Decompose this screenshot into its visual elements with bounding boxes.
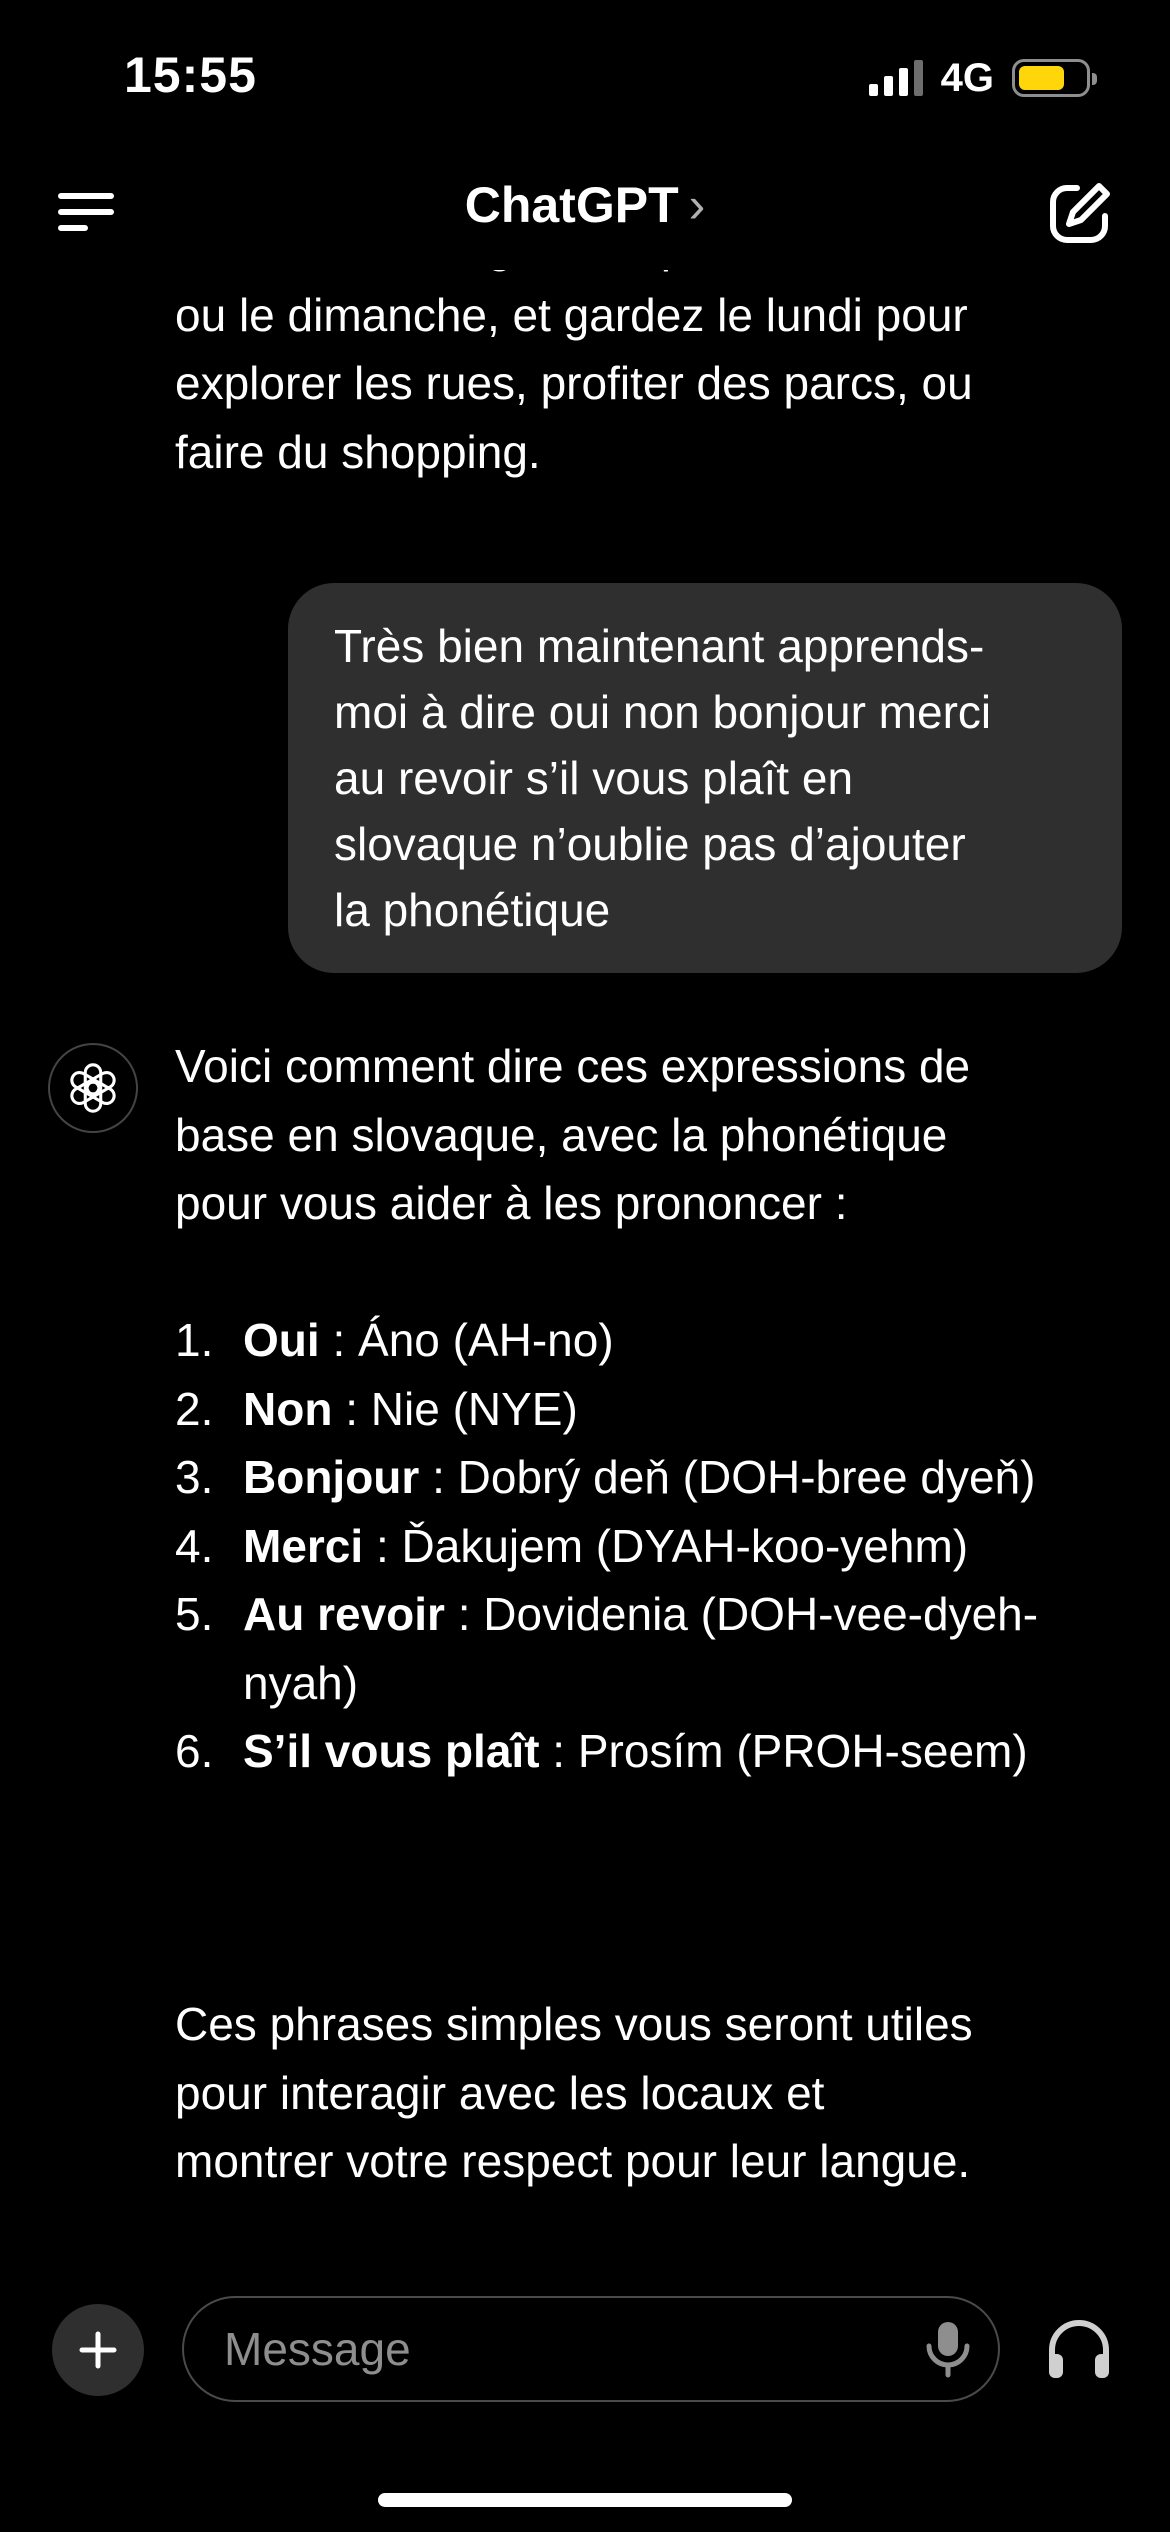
list-item: 3. Bonjour : Dobrý deň (DOH-bree dyeň) [175,1443,1095,1512]
message-line: au revoir s’il vous plaît en [334,752,854,804]
message-line: faire du shopping. [175,425,541,478]
attach-button[interactable] [52,2304,144,2396]
slovak-translation: : Áno (AH-no) [319,1314,614,1366]
page-title: ChatGPT [464,177,679,233]
message-line: pour interagir avec les locaux et [175,2066,825,2119]
home-indicator[interactable] [378,2493,792,2507]
list-number: 4. [175,1519,214,1572]
message-line: slovaque n’oublie pas d’ajouter [334,818,966,870]
list-item: 4. Merci : Ďakujem (DYAH-koo-yehm) [175,1512,1095,1581]
slovak-translation: : Prosím (PROH-seem) [539,1725,1028,1777]
list-item: 1. Oui : Áno (AH-no) [175,1306,1095,1375]
user-message-bubble: Très bien maintenant apprends- moi à dir… [288,583,1122,973]
chevron-right-icon: › [688,177,706,233]
message-line: montrer votre respect pour leur langue. [175,2135,971,2187]
message-line: la phonétique [334,884,611,936]
list-number: 3. [175,1451,214,1503]
french-word: Merci [243,1519,364,1572]
message-line: Très bien maintenant apprends- [334,620,985,672]
battery-icon [1012,59,1097,97]
message-line: ou le dimanche, et gardez le lundi pour [175,288,968,341]
message-line: explorer les rues, profiter des parcs, o… [175,357,973,409]
chatgpt-logo-icon [48,1043,138,1133]
status-bar: 15:55 4G [0,0,1170,150]
message-line: pour vous aider à les prononcer : [175,1177,848,1229]
french-word: Non [243,1382,333,1435]
slovak-translation: : Nie (NYE) [332,1382,578,1435]
cellular-signal-icon [868,60,923,96]
assistant-message-outro: Ces phrases simples vous seront utiles p… [175,1990,1095,2196]
french-word: Oui [243,1314,320,1366]
list-item: 2. Non : Nie (NYE) [175,1375,1095,1444]
headphones-icon[interactable] [1046,2318,1112,2380]
composer [0,2296,1170,2406]
nav-bar: ChatGPT › [0,150,1170,270]
phrase-list: 1. Oui : Áno (AH-no) 2. Non : Nie (NYE) … [175,1306,1095,1786]
new-chat-icon[interactable] [1045,178,1115,248]
list-number: 5. [175,1588,214,1640]
microphone-icon[interactable] [925,2320,971,2378]
list-item: 6. S’il vous plaît : Prosím (PROH-seem) [175,1717,1095,1786]
message-line: moi à dire oui non bonjour merci [334,686,992,738]
list-number: 2. [175,1382,214,1435]
message-line: base en slovaque, avec la phonétique [175,1108,948,1161]
assistant-message-intro: Voici comment dire ces expressions de ba… [175,1032,1095,1238]
battery-level [1019,66,1064,90]
status-time: 15:55 [124,47,257,103]
french-word: Au revoir [243,1588,445,1640]
status-indicators: 4G [868,55,1097,100]
french-word: Bonjour [243,1451,420,1503]
model-selector[interactable]: ChatGPT › [0,176,1170,234]
slovak-translation: : Dobrý deň (DOH-bree dyeň) [419,1451,1036,1503]
plus-icon [79,2331,117,2369]
network-type: 4G [940,55,994,100]
message-line: Voici comment dire ces expressions de [175,1040,971,1092]
chat-area: musées et aux galeries pour le samedi ou… [0,230,1170,2270]
slovak-translation: : Ďakujem (DYAH-koo-yehm) [363,1519,969,1572]
message-input[interactable] [182,2296,1000,2402]
list-number: 1. [175,1314,214,1366]
french-word: S’il vous plaît [243,1725,540,1777]
list-number: 6. [175,1725,214,1777]
message-line: Ces phrases simples vous seront utiles [175,1998,973,2050]
list-item: 5. Au revoir : Dovidenia (DOH-vee-dyeh-n… [175,1580,1095,1717]
